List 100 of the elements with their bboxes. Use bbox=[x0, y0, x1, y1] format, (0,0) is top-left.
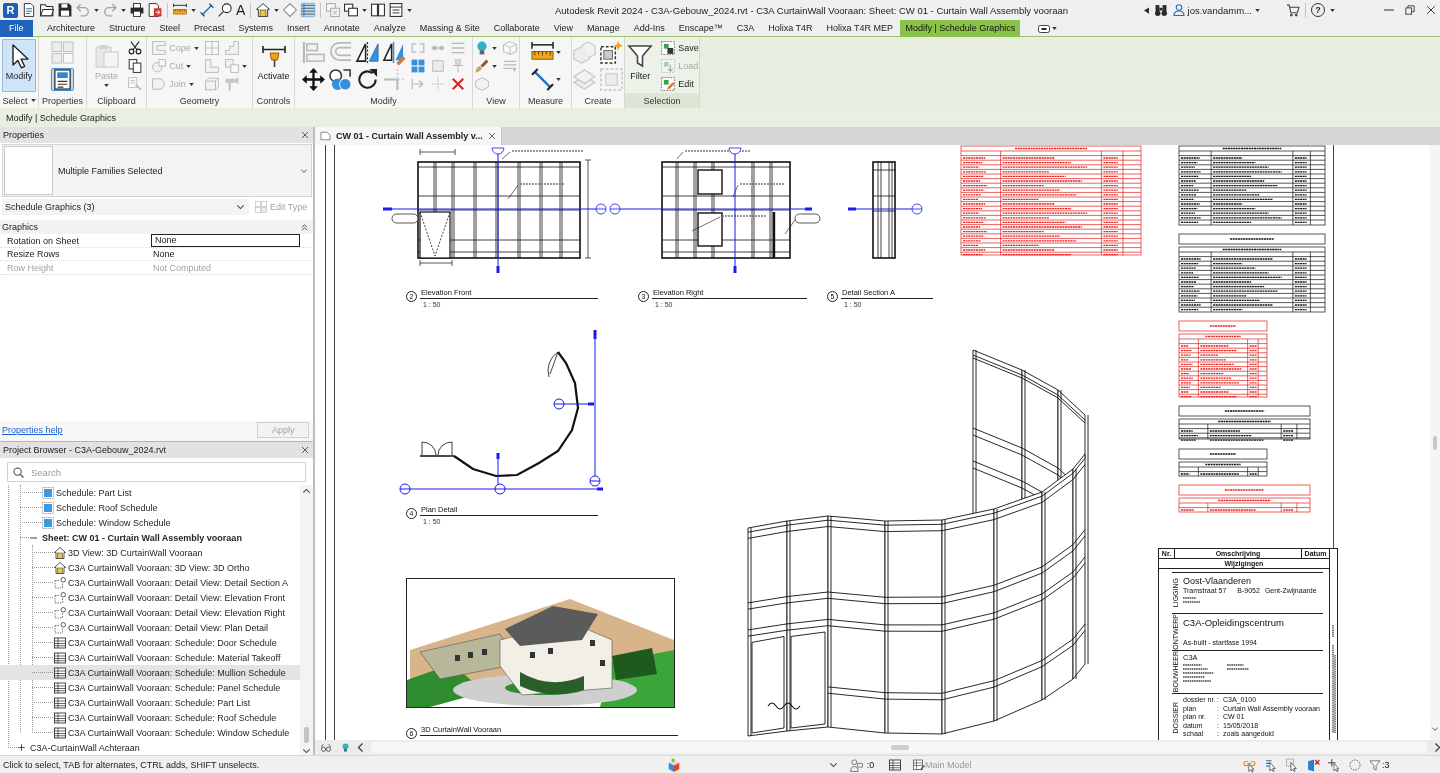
tree-item[interactable]: C3A CurtainWall Vooraan: Schedule: Mullion Schedule bbox=[0, 665, 300, 680]
brush-icon[interactable] bbox=[475, 59, 489, 73]
expand-icon[interactable] bbox=[18, 744, 25, 751]
mirror-triangles-icon[interactable] bbox=[355, 40, 379, 64]
instance-filter[interactable]: Schedule Graphics (3) bbox=[2, 198, 249, 215]
ribbon-tab[interactable]: Holixa T4R bbox=[761, 20, 820, 37]
ribbon-tab[interactable]: Steel bbox=[153, 20, 187, 37]
tree-item[interactable]: C3A CurtainWall Vooraan: Schedule: Window Schedule bbox=[0, 725, 300, 740]
form-panel-icon[interactable] bbox=[51, 67, 74, 91]
ribbon-tab[interactable]: Holixa T4R MEP bbox=[820, 20, 900, 37]
caret-icon[interactable] bbox=[492, 64, 497, 68]
window-list-icon[interactable] bbox=[389, 3, 404, 17]
caret-icon[interactable] bbox=[492, 46, 497, 50]
tree-item[interactable]: C3A CurtainWall Vooraan: Schedule: Roof Schedule bbox=[0, 710, 300, 725]
scroll-left-icon[interactable] bbox=[358, 743, 363, 752]
two-panes-icon[interactable] bbox=[371, 3, 386, 17]
scroll-right-icon[interactable] bbox=[1435, 743, 1440, 752]
print-icon[interactable] bbox=[130, 3, 144, 17]
windows-icon[interactable] bbox=[344, 3, 359, 17]
tree-item[interactable]: C3A-CurtainWall Achteraan bbox=[0, 740, 300, 755]
cross-cursor-icon[interactable] bbox=[1328, 758, 1341, 772]
scrollbar-thumb[interactable] bbox=[891, 745, 909, 750]
ribbon-tab[interactable]: Structure bbox=[102, 20, 153, 37]
view-tab[interactable]: CW 01 - Curtain Wall Assembly v... bbox=[315, 127, 502, 145]
table-icon[interactable] bbox=[889, 759, 902, 771]
type-selector[interactable]: Multiple Families Selected bbox=[2, 144, 313, 197]
ribbon-button[interactable]: Activate bbox=[253, 39, 294, 92]
caret-icon[interactable] bbox=[555, 50, 561, 54]
scroll-up-icon[interactable] bbox=[303, 489, 310, 493]
colored-blocks-icon[interactable] bbox=[667, 758, 681, 772]
ribbon-tab[interactable]: File bbox=[0, 20, 33, 37]
caret-icon[interactable] bbox=[274, 8, 280, 12]
scrollbar[interactable] bbox=[371, 742, 1427, 753]
diagonal-measure-icon[interactable] bbox=[530, 67, 554, 91]
save-icon[interactable] bbox=[58, 3, 72, 17]
ribbon-tab[interactable]: View bbox=[547, 20, 580, 37]
ribbon-tab[interactable]: Add-Ins bbox=[627, 20, 672, 37]
tree-item[interactable]: Schedule: Roof Schedule bbox=[0, 500, 300, 515]
ribbon-tab[interactable]: Precast bbox=[187, 20, 232, 37]
app-button[interactable]: R bbox=[3, 2, 18, 18]
document-icon[interactable] bbox=[22, 3, 36, 17]
ribbon-tab[interactable]: Collaborate bbox=[487, 20, 547, 37]
document-arrow-icon[interactable] bbox=[148, 3, 162, 17]
rotate-arrow-icon[interactable] bbox=[355, 67, 379, 91]
group-sparkle-icon[interactable] bbox=[600, 40, 623, 64]
tree-item[interactable]: C3A CurtainWall Vooraan: 3D View: 3D Ortho bbox=[0, 560, 300, 575]
scrollbar-thumb[interactable] bbox=[1433, 436, 1437, 450]
scrollbar-thumb[interactable] bbox=[304, 727, 309, 743]
tree-item[interactable]: C3A CurtainWall Vooraan: Schedule: Material Takeoff bbox=[0, 650, 300, 665]
caret-icon[interactable] bbox=[407, 8, 413, 12]
caret-icon[interactable] bbox=[30, 99, 36, 102]
ribbon-tab[interactable]: Manage bbox=[580, 20, 627, 37]
thin-lines-icon[interactable] bbox=[301, 3, 316, 17]
ribbon-tab[interactable]: C3A bbox=[730, 20, 761, 37]
lightbulb-icon[interactable] bbox=[341, 742, 350, 753]
door-x-icon[interactable] bbox=[1307, 758, 1320, 772]
close-icon[interactable] bbox=[1426, 5, 1436, 15]
four-squares-icon[interactable] bbox=[410, 59, 425, 73]
glasses-icon[interactable] bbox=[319, 742, 333, 753]
tree-item[interactable]: C3A CurtainWall Vooraan: Detail View: Elevation Right bbox=[0, 605, 300, 620]
house-icon[interactable] bbox=[256, 3, 271, 17]
scissors-icon[interactable] bbox=[127, 41, 142, 55]
four-arrows-icon[interactable] bbox=[301, 67, 325, 91]
close-icon[interactable] bbox=[301, 131, 310, 139]
user-menu[interactable]: jos.vandamm... bbox=[1172, 4, 1260, 16]
leader-circle-icon[interactable] bbox=[218, 3, 232, 17]
collapse-icon[interactable] bbox=[30, 536, 37, 539]
ribbon-button[interactable]: Filter bbox=[624, 39, 657, 92]
collapse-icon[interactable] bbox=[301, 223, 309, 231]
search-field[interactable]: Search bbox=[7, 462, 307, 482]
tree-item[interactable]: Schedule: Part List bbox=[0, 485, 300, 500]
pill-icon[interactable] bbox=[1038, 24, 1051, 33]
ribbon-tab[interactable]: Architecture bbox=[40, 20, 102, 37]
caret-icon[interactable] bbox=[1330, 8, 1335, 12]
delete-icon[interactable] bbox=[450, 77, 465, 91]
ribbon-tab[interactable]: Analyze bbox=[367, 20, 413, 37]
caret-icon[interactable] bbox=[1052, 27, 1058, 30]
ribbon-tab[interactable]: Insert bbox=[280, 20, 317, 37]
ribbon-button[interactable]: Save bbox=[660, 40, 700, 56]
caret-icon[interactable] bbox=[191, 8, 196, 12]
lightbulb-icon[interactable] bbox=[475, 41, 489, 55]
circles-icon[interactable] bbox=[328, 67, 352, 91]
tree-item[interactable]: C3A CurtainWall Vooraan: Schedule: Door Schedule bbox=[0, 635, 300, 650]
dashed-circle-icon[interactable] bbox=[1349, 759, 1361, 771]
property-group-header[interactable]: Graphics bbox=[0, 220, 313, 234]
tree-item[interactable]: C3A CurtainWall Vooraan: Schedule: Panel Schedule bbox=[0, 680, 300, 695]
caret-icon[interactable] bbox=[362, 8, 368, 12]
property-value[interactable]: None bbox=[150, 249, 175, 260]
ribbon-tab[interactable]: Annotate bbox=[317, 20, 367, 37]
ribbon-tab[interactable]: Massing & Site bbox=[413, 20, 487, 37]
box-cursor-icon[interactable] bbox=[1286, 758, 1299, 772]
tree-item[interactable]: C3A CurtainWall Vooraan: Schedule: Part List bbox=[0, 695, 300, 710]
person-box-icon[interactable] bbox=[849, 758, 863, 772]
text-tool[interactable]: A bbox=[236, 2, 246, 18]
tree-item[interactable]: 3D View: 3D CurtainWall Vooraan bbox=[0, 545, 300, 560]
binoculars-icon[interactable] bbox=[1153, 3, 1168, 17]
panel-label[interactable]: Select bbox=[2, 95, 36, 106]
cart-icon[interactable] bbox=[1286, 3, 1300, 17]
folder-icon[interactable] bbox=[40, 3, 54, 17]
tree-item[interactable]: Sheet: CW 01 - Curtain Wall Assembly vooraan bbox=[0, 530, 300, 545]
